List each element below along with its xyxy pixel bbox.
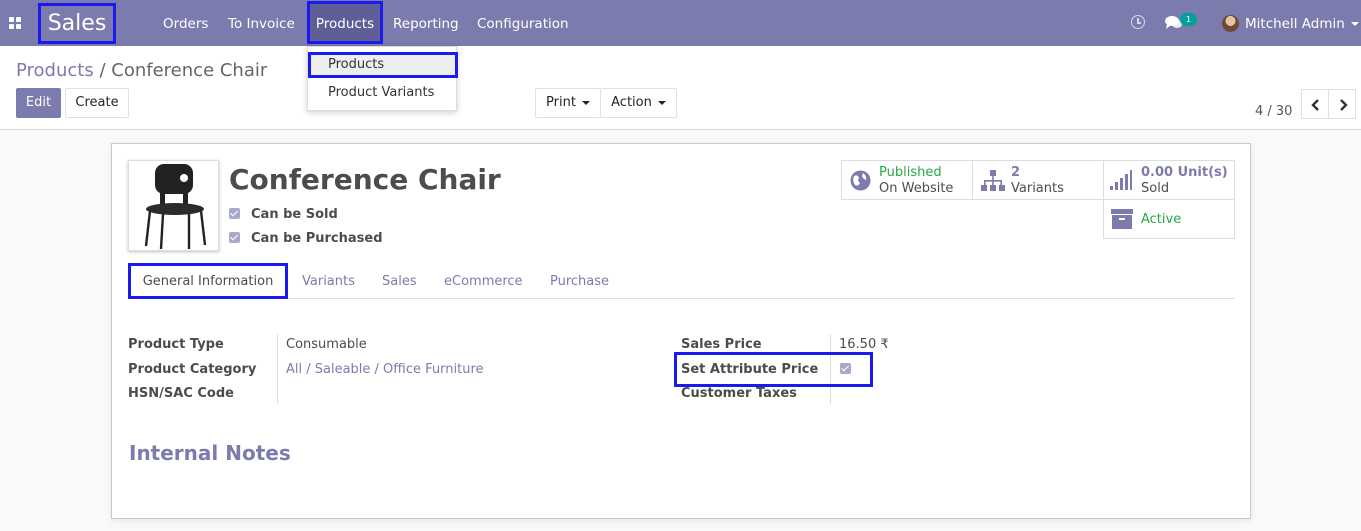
action-label: Action (611, 95, 652, 110)
product-category-label: Product Category (128, 362, 257, 377)
chevron-left-icon (1311, 99, 1319, 111)
form-tabs: General Information Variants Sales eComm… (128, 263, 1235, 299)
sold-smart-button[interactable]: 0.00 Unit(s) Sold (1103, 160, 1235, 200)
tab-general-information[interactable]: General Information (128, 263, 288, 299)
caret-down-icon (581, 100, 590, 105)
menu-reporting[interactable]: Reporting (393, 0, 459, 46)
internal-notes-title: Internal Notes (129, 441, 291, 465)
product-form-sheet: Conference Chair Can be Sold Can be Purc… (111, 143, 1251, 519)
customer-taxes-label: Customer Taxes (681, 386, 797, 401)
published-label: On Website (879, 181, 954, 196)
published-status: Published (879, 165, 942, 180)
breadcrumb-separator: / (99, 60, 106, 81)
user-menu[interactable]: Mitchell Admin (1245, 0, 1359, 46)
pager-next-button[interactable] (1328, 89, 1356, 119)
active-status: Active (1141, 212, 1182, 227)
archive-icon (1111, 209, 1133, 229)
signal-icon (1110, 170, 1132, 190)
caret-down-icon (657, 100, 666, 105)
user-name: Mitchell Admin (1245, 16, 1345, 32)
product-image[interactable] (128, 160, 219, 251)
menu-configuration[interactable]: Configuration (477, 0, 569, 46)
sitemap-icon (981, 170, 1005, 191)
create-button[interactable]: Create (65, 88, 129, 118)
variants-count: 2 (1011, 165, 1021, 180)
product-type-value[interactable]: Consumable (286, 337, 367, 352)
product-type-label: Product Type (128, 337, 224, 352)
chevron-right-icon (1340, 99, 1348, 111)
user-avatar[interactable] (1222, 15, 1239, 32)
clock-icon[interactable] (1131, 15, 1145, 29)
tab-ecommerce[interactable]: eCommerce (444, 263, 523, 299)
variants-label: Variants (1011, 181, 1064, 196)
dropdown-item-product-variants[interactable]: Product Variants (308, 80, 458, 106)
messages-badge: 1 (1180, 13, 1197, 26)
pager-value[interactable]: 4 / 30 (1255, 104, 1292, 119)
caret-down-icon (1350, 22, 1359, 26)
main-navbar: Sales Orders To Invoice Products Reporti… (0, 0, 1361, 46)
sales-price-label: Sales Price (681, 337, 762, 352)
can-be-purchased-checkbox[interactable] (229, 232, 240, 243)
breadcrumb: Products / Conference Chair (16, 60, 267, 81)
sold-quantity: 0.00 Unit(s) (1141, 165, 1228, 180)
edit-button[interactable]: Edit (16, 88, 61, 118)
tab-variants[interactable]: Variants (302, 263, 355, 299)
product-name: Conference Chair (229, 163, 501, 196)
menu-products[interactable]: Products (307, 1, 383, 44)
tab-purchase[interactable]: Purchase (550, 263, 609, 299)
set-attribute-price-label: Set Attribute Price (681, 362, 819, 377)
variants-smart-button[interactable]: 2 Variants (972, 160, 1104, 200)
action-button[interactable]: Action (600, 88, 677, 118)
sold-unit: Unit(s) (1177, 165, 1228, 180)
hsn-sac-code-label: HSN/SAC Code (128, 386, 234, 401)
published-smart-button[interactable]: Published On Website (841, 160, 973, 200)
tab-sales[interactable]: Sales (382, 263, 417, 299)
menu-to-invoice[interactable]: To Invoice (228, 0, 295, 46)
sold-label: Sold (1141, 181, 1170, 196)
active-smart-button[interactable]: Active (1103, 199, 1235, 239)
globe-icon (850, 170, 871, 191)
breadcrumb-products-link[interactable]: Products (16, 60, 94, 81)
product-category-value[interactable]: All / Saleable / Office Furniture (286, 362, 484, 377)
sales-price-value[interactable]: 16.50 ₹ (839, 337, 889, 352)
field-separator (277, 334, 278, 404)
products-dropdown-menu: Products Product Variants (307, 46, 458, 111)
dropdown-item-products[interactable]: Products (308, 52, 458, 78)
sold-value: 0.00 (1141, 165, 1174, 180)
chair-image-icon (144, 164, 207, 250)
apps-grid-icon[interactable] (9, 17, 22, 29)
can-be-sold-label: Can be Sold (251, 207, 338, 222)
set-attribute-price-checkbox[interactable] (840, 363, 851, 374)
app-brand[interactable]: Sales (38, 3, 116, 44)
can-be-sold-checkbox[interactable] (229, 208, 240, 219)
control-panel: Products / Conference Chair Edit Create … (0, 46, 1361, 130)
can-be-purchased-label: Can be Purchased (251, 231, 383, 246)
menu-orders[interactable]: Orders (163, 0, 208, 46)
breadcrumb-current: Conference Chair (111, 60, 268, 81)
pager-previous-button[interactable] (1301, 89, 1329, 119)
print-label: Print (546, 95, 576, 110)
print-button[interactable]: Print (535, 88, 601, 118)
